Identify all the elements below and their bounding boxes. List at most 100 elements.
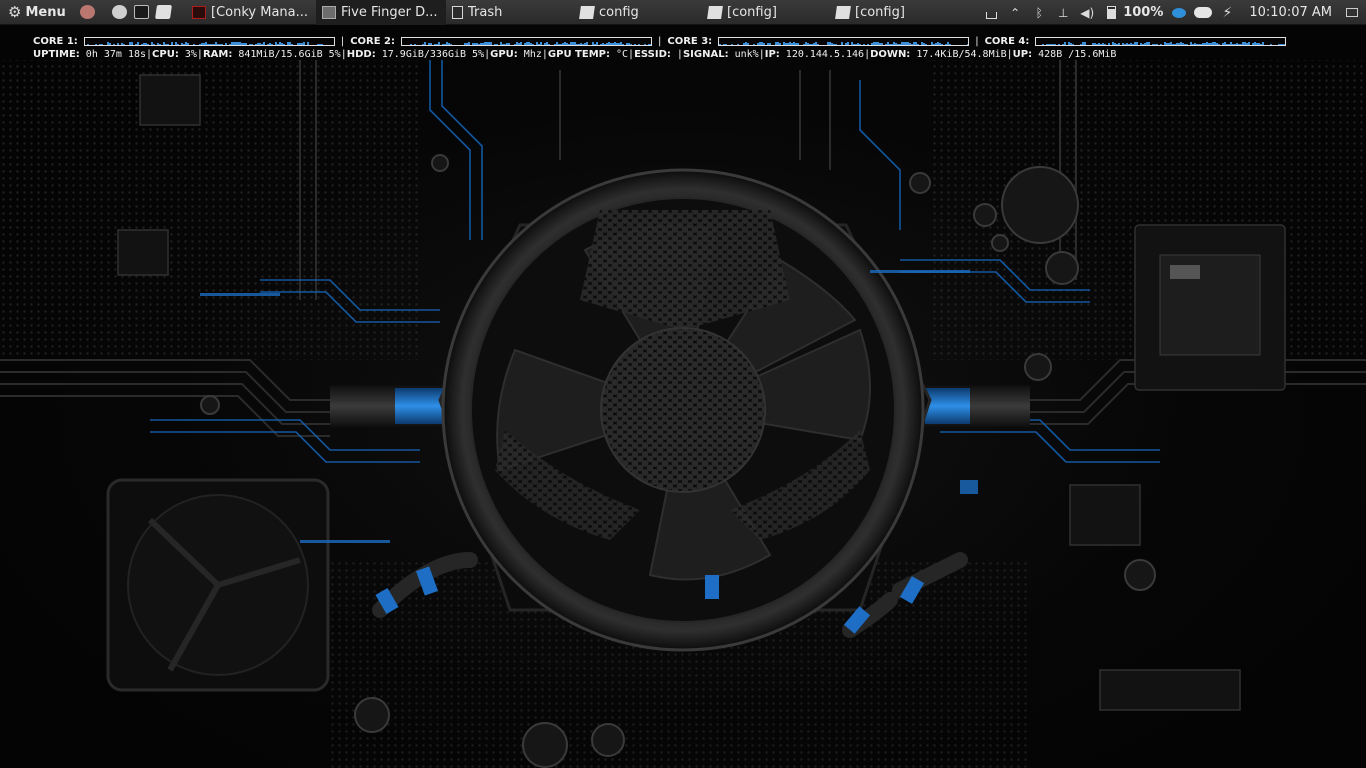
stat-cpu-value: 3% (178, 49, 197, 60)
sparkline-bar (1206, 41, 1209, 45)
sparkline-bar (957, 45, 959, 46)
sparkline-bar (851, 41, 854, 45)
sparkline-bar (1140, 42, 1143, 45)
task-config-1[interactable]: config (574, 0, 702, 25)
sparkline-bar (512, 45, 514, 46)
sparkline-bar (534, 45, 536, 46)
launcher-network-manager[interactable] (76, 0, 98, 25)
sparkline-bar (729, 45, 731, 46)
conky-widget: CORE 1: | CORE 2: | CORE 3: | CORE 4: UP… (33, 35, 1333, 60)
stat-hdd-value: 17.9GiB/336GiB 5% (375, 49, 485, 60)
sparkline-bar (905, 41, 908, 45)
sparkline-bar (610, 42, 612, 45)
sparkline-bar (458, 45, 460, 46)
launcher-terminal[interactable] (130, 0, 152, 25)
sparkline-bar (482, 42, 484, 45)
sparkline-bar (520, 41, 522, 45)
sparkline-bar (1174, 43, 1177, 45)
launchers (76, 0, 174, 25)
chevron-up-icon[interactable]: ⌃ (1005, 0, 1025, 25)
sparkline-bar (1146, 41, 1149, 45)
sparkline-bar (1156, 43, 1159, 45)
sparkline-bar (855, 43, 858, 45)
sparkline-bar (745, 41, 748, 45)
task-five-finger[interactable]: Five Finger D... (316, 0, 446, 25)
task-trash[interactable]: Trash (446, 0, 574, 25)
sparkline-bar (106, 41, 109, 45)
sparkline-bar (725, 43, 728, 45)
sparkline-bar (1080, 43, 1083, 45)
sparkline-bar (426, 45, 428, 46)
sparkline-bar (309, 45, 311, 46)
sparkline-bar (436, 43, 438, 45)
sparkline-bar (89, 45, 91, 46)
task-config-2[interactable]: [config] (702, 0, 830, 25)
sparkline-bar (628, 42, 630, 45)
cpu-activity-sparkline (1042, 41, 1286, 46)
sparkline-bar (829, 41, 832, 45)
sparkline-bar (1070, 42, 1073, 45)
sparkline-bar (128, 41, 131, 45)
messaging-icon[interactable] (1169, 0, 1189, 25)
sparkline-bar (1192, 43, 1195, 45)
sparkline-bar (721, 45, 723, 46)
tray-window-icon[interactable] (981, 0, 1001, 25)
sparkline-bar (1218, 43, 1221, 45)
sparkline-bar (1212, 41, 1215, 45)
bluetooth-icon[interactable]: ᛒ (1029, 0, 1049, 25)
sparkline-bar (560, 43, 562, 45)
show-desktop-icon[interactable] (1342, 0, 1362, 25)
sparkline-bar (1108, 42, 1111, 45)
sparkline-bar (410, 43, 412, 45)
sparkline-bar (122, 43, 125, 45)
sparkline-bar (785, 42, 788, 45)
desktop[interactable]: ⚙ Menu [Conky Mana... Five Finger D... T… (0, 0, 1366, 768)
sparkline-bar (305, 45, 307, 46)
sparkline-bar (550, 45, 552, 46)
sparkline-bar (1232, 43, 1235, 45)
stat-gpu-label: GPU: (490, 49, 518, 60)
sparkline-bar (935, 42, 938, 45)
network-wired-icon[interactable]: ⊥ (1053, 0, 1073, 25)
sparkline-bar (472, 42, 474, 45)
task-conky-manager[interactable]: [Conky Mana... (186, 0, 316, 25)
sparkline-bar (150, 41, 153, 45)
sparkline-bar (140, 43, 143, 45)
sparkline-bar (632, 45, 634, 46)
sparkline-bar (216, 43, 219, 45)
cloud-icon[interactable] (1193, 0, 1213, 25)
sparkline-bar (843, 45, 845, 46)
launcher-text-editor[interactable] (152, 0, 174, 25)
sparkline-bar (819, 45, 821, 46)
sparkline-bar (767, 42, 770, 45)
sparkline-bar (486, 41, 488, 45)
sparkline-bar (1066, 45, 1068, 46)
system-tray: ⌃ ᛒ ⊥ ◀) 100% ⚡ 10:10:07 AM (979, 0, 1366, 25)
sparkline-bar (813, 42, 816, 45)
sparkline-bar (951, 45, 953, 46)
sparkline-bar (1182, 42, 1185, 45)
volume-icon[interactable]: ◀) (1077, 0, 1097, 25)
sparkline-bar (548, 43, 550, 45)
sparkline-bar (430, 42, 432, 45)
sparkline-bar (1162, 45, 1164, 46)
sparkline-bar (1228, 43, 1231, 45)
menu-button[interactable]: ⚙ Menu (0, 0, 72, 25)
sparkline-bar (162, 41, 165, 45)
sparkline-bar (775, 41, 778, 45)
launcher-file-manager[interactable] (108, 0, 130, 25)
sparkline-bar (432, 45, 434, 46)
sparkline-bar (1158, 45, 1160, 46)
battery-icon[interactable] (1101, 0, 1121, 25)
sparkline-bar (522, 45, 524, 46)
sparkline-bar (524, 42, 526, 45)
power-icon[interactable]: ⚡ (1217, 0, 1237, 25)
stat-ip-label: IP: (764, 49, 780, 60)
sparkline-bar (1164, 41, 1167, 45)
battery-percent[interactable]: 100% (1123, 5, 1163, 20)
clock[interactable]: 10:10:07 AM (1249, 5, 1332, 20)
sparkline-bar (1160, 43, 1163, 45)
sparkline-bar (827, 41, 830, 45)
task-config-3[interactable]: [config] (830, 0, 958, 25)
core-1-graph (83, 36, 335, 46)
